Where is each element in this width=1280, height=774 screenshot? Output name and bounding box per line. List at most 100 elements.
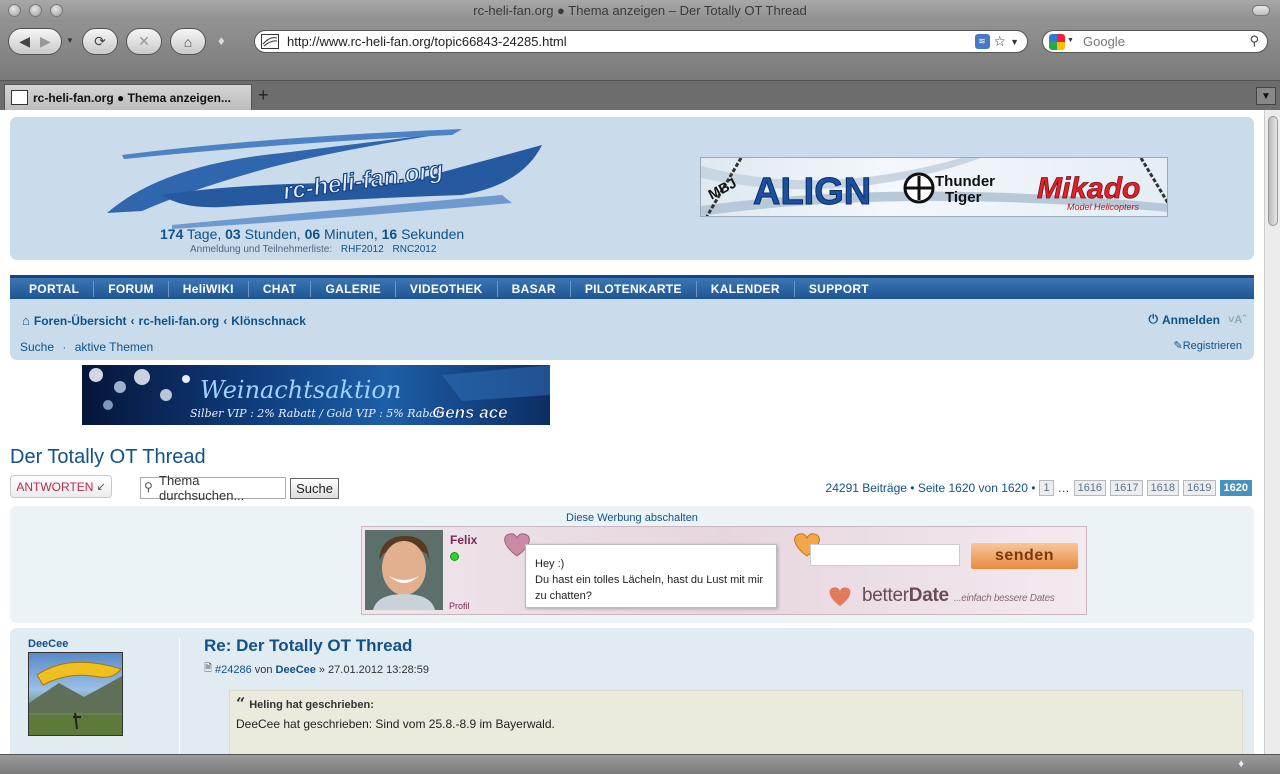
crumb-kloenschnack[interactable]: Klönschnack: [231, 314, 306, 328]
post-by-label: von: [254, 663, 273, 676]
register-label[interactable]: Registrieren: [1183, 340, 1242, 352]
ad-send-button[interactable]: senden: [971, 543, 1078, 569]
disable-ad-link[interactable]: Diese Werbung abschalten: [10, 512, 1254, 524]
window-controls: [8, 4, 63, 17]
nav-pilotenkarte[interactable]: PILOTENKARTE: [571, 280, 697, 297]
nav-basar[interactable]: BASAR: [498, 280, 571, 297]
betterdate-tagline: ...einfach bessere Dates: [953, 593, 1055, 604]
dating-ad[interactable]: Felix Profil Hey :) Du hast ein tolles L…: [361, 526, 1087, 615]
post-title[interactable]: Re: Der Totally OT Thread: [204, 636, 412, 656]
login-label[interactable]: Anmelden: [1162, 313, 1220, 327]
home-icon: ⌂: [183, 33, 193, 50]
stop-button[interactable]: ✕: [126, 28, 162, 55]
crumb-rc-heli-fan[interactable]: rc-heli-fan.org: [139, 314, 220, 328]
page-1[interactable]: 1: [1039, 480, 1054, 496]
link-rhf2012[interactable]: RHF2012: [341, 244, 384, 255]
history-dropdown-icon[interactable]: ▼: [66, 36, 74, 45]
page-1618[interactable]: 1618: [1146, 480, 1180, 496]
post-meta-author[interactable]: DeeCee: [276, 664, 316, 676]
forward-arrow-icon[interactable]: ▶: [40, 33, 51, 50]
nav-chat[interactable]: CHAT: [249, 280, 312, 297]
paraglider-image: [29, 661, 122, 735]
ad-profile-link[interactable]: Profil: [449, 601, 470, 611]
topic-search-button[interactable]: Suche: [290, 478, 339, 499]
site-header: rc-heli-fan.org 174 Tage, 03 Stunden, 06…: [10, 117, 1254, 260]
rss-icon[interactable]: ≋: [974, 34, 990, 49]
quote-text: DeeCee hat geschrieben: Sind vom 25.8.-8…: [236, 717, 555, 731]
post-divider: [179, 638, 180, 754]
page-1617[interactable]: 1617: [1110, 480, 1143, 496]
ad-person-name[interactable]: Felix: [450, 533, 477, 547]
address-url[interactable]: http://www.rc-heli-fan.org/topic66843-24…: [287, 34, 567, 49]
ad-message-line1: Hey :): [535, 558, 565, 570]
crumb-foren-uebersicht[interactable]: Foren-Übersicht: [34, 314, 127, 328]
nav-videothek[interactable]: VIDEOTHEK: [396, 280, 498, 297]
sponsor-banner[interactable]: MBJ ALIGN Thunder Tiger Mikado Model Hel…: [700, 157, 1168, 217]
topic-title[interactable]: Der Totally OT Thread: [10, 446, 206, 469]
quicklink-aktive-themen[interactable]: aktive Themen: [75, 340, 154, 354]
quicklink-suche[interactable]: Suche: [20, 340, 54, 354]
nav-kalender[interactable]: KALENDER: [697, 280, 795, 297]
ad-message-input[interactable]: [810, 544, 960, 566]
nav-portal[interactable]: PORTAL: [15, 280, 95, 297]
address-bar[interactable]: http://www.rc-heli-fan.org/topic66843-24…: [254, 30, 1028, 53]
page-1616[interactable]: 1616: [1073, 480, 1107, 496]
sponsor-banner-art: MBJ ALIGN Thunder Tiger Mikado Model Hel…: [701, 158, 1167, 216]
nav-galerie[interactable]: GALERIE: [311, 280, 396, 297]
stop-icon: ✕: [138, 33, 150, 49]
nav-heliwiki[interactable]: HeliWIKI: [169, 280, 249, 297]
tab-active[interactable]: rc-heli-fan.org ● Thema anzeigen...: [4, 84, 252, 111]
post-date: » 27.01.2012 13:28:59: [318, 663, 429, 676]
page-viewport: rc-heli-fan.org 174 Tage, 03 Stunden, 06…: [0, 110, 1264, 754]
home-button[interactable]: ⌂: [170, 28, 206, 55]
google-engine-icon[interactable]: [1049, 34, 1065, 50]
magnifier-icon[interactable]: ⚲: [1249, 33, 1259, 49]
search-magnifier-icon: ⚲: [144, 480, 153, 494]
new-tab-plus-icon[interactable]: +: [258, 85, 269, 106]
ad-profile-photo[interactable]: [365, 530, 443, 610]
portrait-image: [365, 530, 443, 610]
event-countdown: 174 Tage, 03 Stunden, 06 Minuten, 16 Sek…: [160, 226, 464, 242]
minimize-window-button[interactable]: [29, 4, 42, 17]
back-forward-button[interactable]: ◀ ▶: [8, 28, 62, 55]
engine-dropdown-icon[interactable]: ▼: [1067, 37, 1074, 44]
link-rnc2012[interactable]: RNC2012: [393, 244, 437, 255]
countdown-minutes: 06: [304, 226, 321, 242]
bookmark-icon[interactable]: ♦: [218, 33, 225, 48]
tab-list-icon[interactable]: ▼: [1256, 87, 1276, 105]
login-link[interactable]: ⏻ Anmelden ˅Aˆ: [1148, 312, 1246, 327]
site-logo[interactable]: rc-heli-fan.org: [102, 125, 552, 235]
reload-button[interactable]: ⟳: [82, 28, 118, 55]
font-size-change-icon[interactable]: ˅Aˆ: [1228, 314, 1246, 326]
toolbar-toggle-button[interactable]: [1252, 5, 1270, 16]
promo-banner[interactable]: Weinachtsaktion Silber VIP : 2% Rabatt /…: [82, 365, 550, 425]
register-link[interactable]: ✎Registrieren: [1173, 339, 1242, 352]
reply-button[interactable]: ANTWORTEN ↙: [10, 475, 112, 498]
svg-text:Gens ace: Gens ace: [432, 403, 508, 422]
home-outline-icon[interactable]: ⌂: [22, 313, 30, 328]
post-number-link[interactable]: #24286: [215, 664, 252, 676]
page-1619[interactable]: 1619: [1183, 480, 1216, 496]
svg-text:Model Helicopters: Model Helicopters: [1067, 202, 1140, 212]
nav-support[interactable]: SUPPORT: [795, 281, 883, 297]
web-search-bar[interactable]: ▼ Google ⚲: [1042, 30, 1268, 53]
pagination: 24291 Beiträge • Seite 1620 von 1620 • 1…: [826, 480, 1252, 496]
zoom-window-button[interactable]: [50, 4, 63, 17]
page-scrollbar[interactable]: [1264, 110, 1280, 754]
topic-search-input[interactable]: ⚲ Thema durchsuchen...: [140, 473, 286, 503]
url-dropdown-icon[interactable]: ▼: [1010, 37, 1019, 47]
post-author-link[interactable]: DeeCee: [28, 638, 68, 650]
scrollbar-thumb[interactable]: [1268, 116, 1278, 226]
star-bookmark-icon[interactable]: ☆: [994, 33, 1007, 50]
breadcrumb: ⌂ Foren-Übersicht ‹ rc-heli-fan.org ‹ Kl…: [22, 313, 306, 328]
window-titlebar: rc-heli-fan.org ● Thema anzeigen – Der T…: [0, 0, 1280, 22]
back-arrow-icon[interactable]: ◀: [19, 33, 30, 50]
window-title: rc-heli-fan.org ● Thema anzeigen – Der T…: [473, 3, 807, 18]
close-window-button[interactable]: [8, 4, 21, 17]
power-icon: ⏻: [1148, 312, 1158, 326]
reload-icon: ⟳: [94, 33, 106, 49]
nav-forum[interactable]: FORUM: [94, 280, 169, 297]
betterdate-date: Date: [908, 585, 949, 606]
countdown-hours-label: Stunden,: [244, 226, 301, 242]
main-navbar: PORTAL FORUM HeliWIKI CHAT GALERIE VIDEO…: [10, 275, 1254, 299]
